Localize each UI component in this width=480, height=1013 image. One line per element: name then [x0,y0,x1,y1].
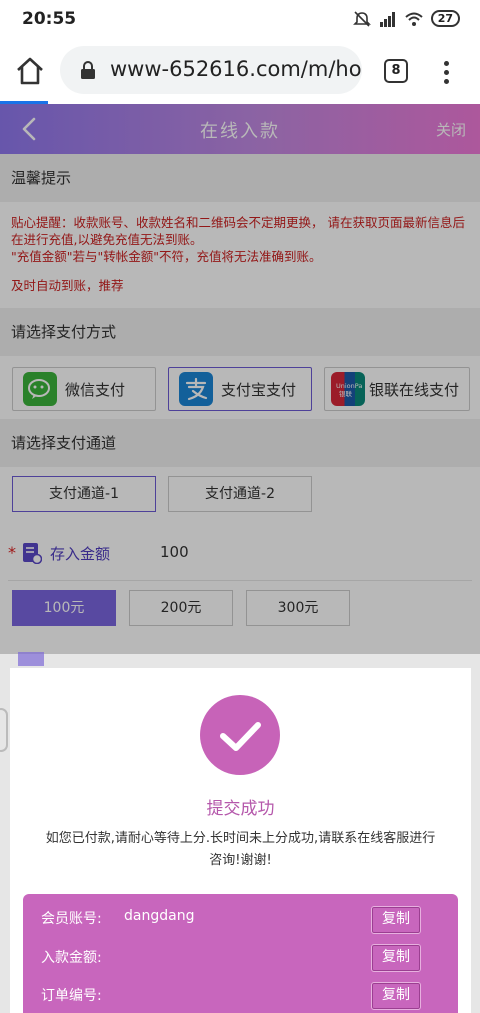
dialog-message: 如您已付款,请耐心等待上分.长时间未上分成功,请联系在线客服进行咨询!谢谢! [45,831,436,868]
dialog-title: 提交成功 [206,799,275,819]
overflow-menu-icon[interactable] [438,58,454,86]
channel-heading: 请选择支付通道 [0,419,480,467]
payment-method-heading: 请选择支付方式 [0,308,480,356]
battery-icon: 27 [430,10,460,27]
copy-amount-button[interactable]: 复制 [371,944,421,972]
copy-order-button[interactable]: 复制 [371,982,421,1010]
channel-option-1[interactable]: 支付通道-1 [12,476,156,512]
pay-method-label: 支付宝支付 [221,380,297,399]
wechat-icon [23,372,57,406]
notice-line-2: "充值金额"若与"转帐金额"不符，充值将无法准确到账。 [11,249,322,264]
notice-line-1: 贴心提醒：收款账号、收款姓名和二维码会不定期更换， 请在获取页面最新信息后在进行… [11,215,465,247]
channel-option-2[interactable]: 支付通道-2 [168,476,312,512]
order-info-card: 会员账号: dangdang 复制 入款金额: 复制 订单编号: 复制 [23,894,458,1013]
status-bar: 20:55 27 [0,0,480,38]
url-text: www-652616.com/m/hom [110,57,362,81]
browser-toolbar: www-652616.com/m/hom 8 [0,38,480,102]
lock-icon [81,61,95,79]
home-icon[interactable] [14,56,46,86]
pay-method-label: 银联在线支付 [369,380,460,399]
pay-method-label: 微信支付 [65,380,126,399]
pay-method-wechat[interactable]: 微信支付 [12,367,156,411]
svg-text:银联: 银联 [339,389,353,398]
tab-switcher-button[interactable]: 8 [384,59,408,83]
page-header: 在线入款 关闭 [0,104,480,154]
unionpay-icon: UnionPay银联 [331,372,365,406]
alipay-icon [179,372,213,406]
info-label: 会员账号: [41,911,102,927]
success-dialog: 提交成功 如您已付款,请耐心等待上分.长时间未上分成功,请联系在线客服进行咨询!… [10,668,471,1013]
signal-icon [379,11,395,27]
pay-method-unionpay[interactable]: UnionPay银联 银联在线支付 [324,367,470,411]
required-marker: * [8,543,16,562]
pay-method-alipay[interactable]: 支付宝支付 [168,367,312,411]
success-check-icon [200,695,280,775]
info-value: dangdang [124,908,195,924]
svg-text:UnionPay: UnionPay [336,382,362,390]
wifi-icon [405,12,423,26]
notice-line-3: 及时自动到账，推荐 [11,278,124,293]
amount-input[interactable]: 100 [160,543,189,561]
address-bar[interactable]: www-652616.com/m/hom [60,46,362,94]
quick-amount-200[interactable]: 200元 [129,590,233,626]
info-label: 入款金额: [41,950,102,966]
copy-account-button[interactable]: 复制 [371,906,421,934]
status-icons: 27 [352,10,460,27]
clock: 20:55 [22,9,77,29]
quick-amount-300[interactable]: 300元 [246,590,350,626]
amount-label: 存入金额 [50,545,111,563]
notice-heading: 温馨提示 [0,154,480,202]
page-title: 在线入款 [200,121,280,142]
close-link[interactable]: 关闭 [436,119,466,140]
partially-hidden-icon [18,652,44,666]
info-label: 订单编号: [41,988,102,1004]
amount-row: * 存入金额 100 [8,537,472,581]
edge-gesture-handle [0,708,8,752]
mute-icon [352,10,371,27]
deposit-form: 温馨提示 贴心提醒：收款账号、收款姓名和二维码会不定期更换， 请在获取页面最新信… [0,154,480,654]
notice-text: 贴心提醒：收款账号、收款姓名和二维码会不定期更换， 请在获取页面最新信息后在进行… [11,214,469,294]
amount-icon [23,543,42,564]
quick-amount-100[interactable]: 100元 [12,590,116,626]
